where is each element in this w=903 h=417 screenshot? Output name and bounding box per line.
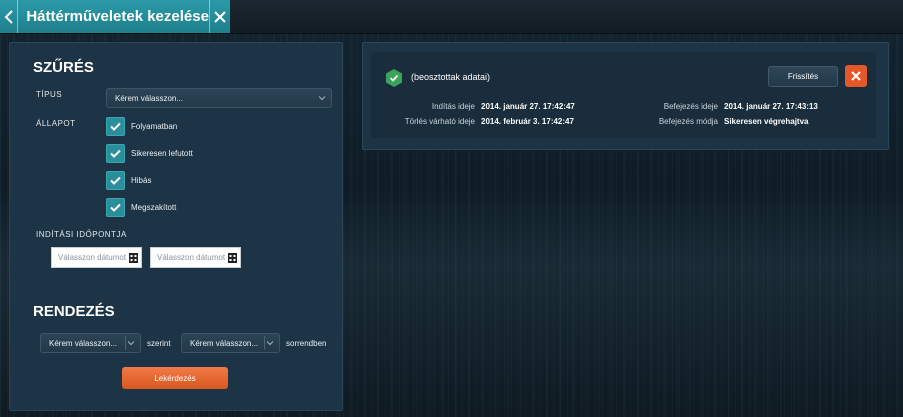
divider	[125, 336, 126, 350]
delete-time-value: 2014. február 3. 17:42:47	[481, 117, 574, 126]
status-checkbox[interactable]	[106, 117, 125, 136]
delete-button[interactable]	[845, 65, 867, 87]
status-checkbox[interactable]	[106, 198, 125, 217]
status-checkbox[interactable]	[106, 144, 125, 163]
end-mode-value: Sikeresen végrehajtva	[724, 117, 809, 126]
status-option-cancelled[interactable]: Megszakított	[106, 198, 176, 217]
start-time-value: 2014. január 27. 17:42:47	[481, 102, 575, 111]
date-from-placeholder: Válasszon dátumot	[58, 253, 127, 262]
type-select-value: Kérem válasszon...	[115, 93, 184, 103]
checkmark-icon	[110, 203, 121, 212]
checkmark-icon	[110, 149, 121, 158]
divider	[264, 336, 265, 350]
job-card: (beosztottak adatai) Frissítés Indítás i…	[371, 52, 876, 138]
sort-field-value: Kérem válasszon...	[49, 338, 118, 348]
job-name: (beosztottak adatai)	[411, 72, 491, 82]
end-mode-label: Befejezés módja	[658, 117, 718, 126]
sort-order-text: sorrendben	[286, 339, 327, 348]
filter-heading: SZŰRÉS	[33, 59, 94, 76]
title-bar: Háttérműveletek kezelése	[0, 0, 230, 33]
job-list-panel: (beosztottak adatai) Frissítés Indítás i…	[362, 42, 889, 150]
status-option-running[interactable]: Folyamatban	[106, 117, 177, 136]
chevron-down-icon	[319, 96, 325, 101]
date-from-input[interactable]: Válasszon dátumot	[51, 247, 142, 268]
delete-time-label: Törlés várható ideje	[404, 117, 475, 126]
checkmark-icon	[110, 176, 121, 185]
success-status-icon	[386, 69, 402, 87]
close-icon	[214, 10, 226, 23]
refresh-button[interactable]: Frissítés	[768, 66, 838, 87]
sort-order-select[interactable]: Kérem válasszon...	[181, 333, 280, 353]
top-bar: Háttérműveletek kezelése	[0, 0, 903, 34]
status-option-error[interactable]: Hibás	[106, 171, 151, 190]
status-option-label: Hibás	[131, 176, 152, 185]
chevron-left-icon	[4, 9, 13, 24]
calendar-icon[interactable]	[228, 253, 237, 263]
page-title: Háttérműveletek kezelése	[26, 8, 209, 25]
close-button[interactable]	[208, 0, 230, 33]
type-label: TÍPUS	[36, 90, 63, 99]
filter-panel: SZŰRÉS TÍPUS Kérem válasszon... ÁLLAPOT …	[9, 42, 343, 411]
calendar-icon[interactable]	[129, 253, 138, 263]
sort-order-value: Kérem válasszon...	[190, 338, 259, 348]
back-button[interactable]	[0, 0, 19, 33]
date-to-input[interactable]: Válasszon dátumot	[150, 247, 241, 268]
end-time-value: 2014. január 27. 17:43:13	[724, 102, 818, 111]
status-option-label: Megszakított	[131, 203, 177, 212]
sort-heading: RENDEZÉS	[33, 303, 115, 320]
chevron-down-icon	[128, 341, 134, 346]
start-time-label: Indítás ideje	[431, 102, 475, 111]
status-checkbox[interactable]	[106, 171, 125, 190]
type-select[interactable]: Kérem válasszon...	[106, 88, 332, 108]
status-label: ÁLLAPOT	[36, 119, 76, 128]
start-time-label: INDÍTÁSI IDŐPONTJA	[36, 230, 127, 239]
sort-by-text: szerint	[147, 339, 171, 348]
checkmark-icon	[110, 122, 121, 131]
status-option-success[interactable]: Sikeresen lefutott	[106, 144, 193, 163]
query-button[interactable]: Lekérdezés	[122, 367, 228, 389]
sort-field-select[interactable]: Kérem válasszon...	[40, 333, 141, 353]
end-time-label: Befejezés ideje	[663, 102, 718, 111]
close-icon	[851, 71, 861, 81]
status-option-label: Folyamatban	[131, 122, 178, 131]
chevron-down-icon	[267, 341, 273, 346]
date-to-placeholder: Válasszon dátumot	[157, 253, 226, 262]
status-option-label: Sikeresen lefutott	[131, 149, 193, 158]
